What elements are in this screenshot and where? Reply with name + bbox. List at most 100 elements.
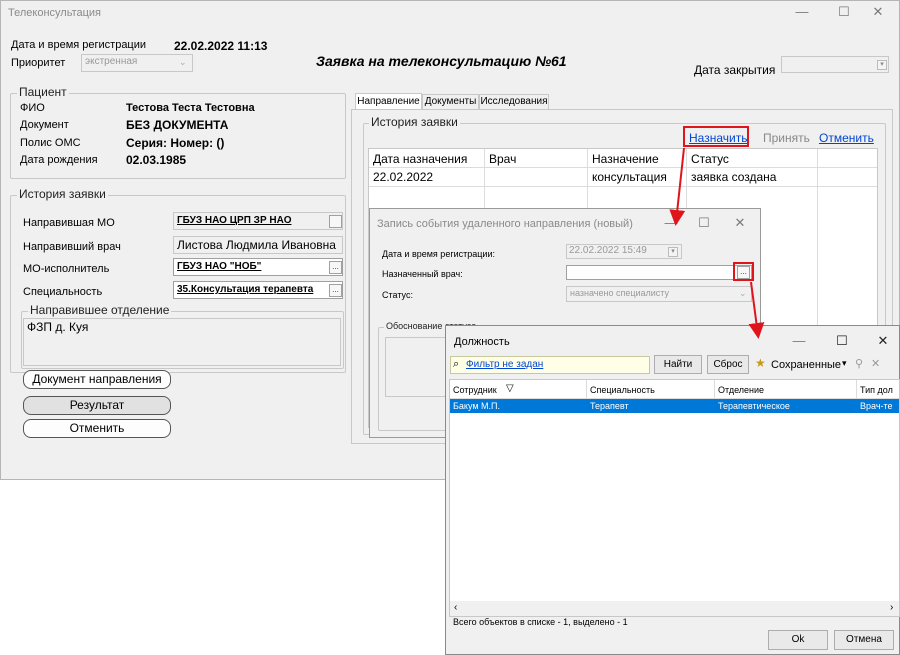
position-col-employee[interactable]: Сотрудник bbox=[453, 385, 497, 395]
spec-label: Специальность bbox=[23, 286, 103, 298]
sort-arrow-icon: ▽ bbox=[506, 383, 514, 394]
assign-highlight-box bbox=[683, 126, 749, 147]
reg-datetime-value: 22.02.2022 11:13 bbox=[174, 39, 268, 53]
row-purpose: консультация bbox=[592, 170, 667, 184]
position-col-type[interactable]: Тип дол bbox=[860, 385, 893, 395]
event-dialog-title: Запись события удаленного направления (н… bbox=[377, 218, 633, 230]
status-chevron-down-icon: ⌄ bbox=[739, 288, 747, 298]
reg-datetime-label: Дата и время регистрации bbox=[11, 39, 147, 51]
ok-button[interactable]: Ok bbox=[768, 630, 828, 650]
type-cell: Врач-те bbox=[860, 401, 893, 411]
doc-value: БЕЗ ДОКУМЕНТА bbox=[126, 118, 229, 132]
cancel-position-button[interactable]: Отмена bbox=[834, 630, 894, 650]
department-cell: Терапевтическое bbox=[718, 401, 790, 411]
scroll-right-icon[interactable]: › bbox=[890, 602, 893, 613]
table-row[interactable]: 22.02.2022 консультация заявка создана bbox=[369, 168, 877, 186]
event-status-label: Статус: bbox=[382, 290, 413, 300]
patient-group-title: Пациент bbox=[17, 85, 69, 99]
close-button[interactable]: ✕ bbox=[867, 3, 889, 21]
cancel-link[interactable]: Отменить bbox=[819, 131, 874, 145]
history-left-title: История заявки bbox=[17, 187, 108, 201]
tab-documents[interactable]: Документы bbox=[422, 94, 479, 109]
event-close-button[interactable]: ✕ bbox=[729, 214, 751, 232]
executor-label: МО-исполнитель bbox=[23, 263, 110, 275]
chevron-down-icon: ⌄ bbox=[179, 57, 187, 67]
polis-value: Серия: Номер: () bbox=[126, 136, 225, 150]
ellipsis-highlight-box bbox=[733, 262, 754, 281]
doc-label: Документ bbox=[20, 119, 69, 131]
polis-label: Полис ОМС bbox=[20, 137, 81, 149]
binoculars-icon: ⌕ bbox=[453, 358, 460, 370]
main-window-title: Телеконсультация bbox=[8, 7, 102, 19]
filter-link[interactable]: Фильтр не задан bbox=[466, 359, 543, 370]
dept-group-title: Направившее отделение bbox=[28, 303, 172, 317]
position-col-department[interactable]: Отделение bbox=[718, 385, 764, 395]
history-col-status[interactable]: Статус bbox=[691, 152, 729, 166]
delete-saved-icon[interactable]: ⚲ bbox=[855, 357, 863, 370]
result-button[interactable]: Результат bbox=[23, 396, 171, 415]
clear-icon[interactable]: ✕ bbox=[871, 357, 880, 370]
history-right-title: История заявки bbox=[369, 115, 460, 129]
find-button[interactable]: Найти bbox=[654, 355, 702, 374]
fio-label: ФИО bbox=[20, 102, 45, 114]
close-date-label: Дата закрытия bbox=[694, 63, 776, 77]
position-maximize-button[interactable]: ☐ bbox=[831, 332, 853, 350]
position-col-specialty[interactable]: Специальность bbox=[590, 385, 655, 395]
executor-ellipsis-button[interactable]: ... bbox=[329, 261, 342, 274]
position-status-text: Всего объектов в списке - 1, выделено - … bbox=[453, 617, 628, 627]
position-close-button[interactable]: ✕ bbox=[872, 332, 894, 350]
event-doctor-field[interactable] bbox=[566, 265, 752, 280]
event-status-select: назначено специалисту bbox=[566, 286, 752, 302]
position-grid bbox=[449, 379, 900, 617]
priority-label: Приоритет bbox=[11, 57, 66, 69]
saved-icon: ★ bbox=[755, 356, 766, 370]
event-reg-label: Дата и время регистрации: bbox=[382, 249, 495, 259]
mo-ellipsis-button[interactable] bbox=[329, 215, 342, 228]
mo-field[interactable]: ГБУЗ НАО ЦРП ЗР НАО bbox=[173, 212, 343, 230]
event-minimize-button[interactable]: — bbox=[660, 214, 682, 232]
row-status: заявка создана bbox=[691, 170, 777, 184]
reset-button[interactable]: Сброс bbox=[707, 355, 749, 374]
history-col-purpose[interactable]: Назначение bbox=[592, 152, 659, 166]
dept-field[interactable]: ФЗП д. Куя bbox=[23, 318, 341, 366]
row-date: 22.02.2022 bbox=[373, 170, 434, 184]
request-number: 61 bbox=[551, 53, 567, 69]
employee-cell: Бакум М.П. bbox=[453, 401, 501, 411]
history-col-date[interactable]: Дата назначения bbox=[373, 152, 467, 166]
maximize-button[interactable]: ☐ bbox=[833, 3, 855, 21]
dob-value: 02.03.1985 bbox=[126, 153, 187, 167]
fio-value: Тестова Теста Тестовна bbox=[126, 102, 255, 114]
table-row[interactable]: Бакум М.П. Терапевт Терапевтическое Врач… bbox=[450, 399, 899, 413]
horizontal-scrollbar[interactable] bbox=[450, 601, 899, 616]
event-reg-field: 22.02.2022 15:49 bbox=[566, 244, 682, 259]
position-minimize-button[interactable]: — bbox=[788, 332, 810, 350]
calendar-dropdown-icon[interactable]: ▾ bbox=[877, 60, 887, 70]
priority-select: экстренная bbox=[81, 54, 193, 72]
scroll-left-icon[interactable]: ‹ bbox=[454, 602, 457, 613]
doctor-label: Направивший врач bbox=[23, 241, 121, 253]
event-maximize-button[interactable]: ☐ bbox=[693, 214, 715, 232]
event-reg-dropdown-icon: ▾ bbox=[668, 247, 678, 257]
spec-field[interactable]: 35.Консультация терапевта bbox=[173, 281, 343, 299]
tab-direction[interactable]: Направление bbox=[355, 93, 422, 109]
doctor-field[interactable]: Листова Людмила Ивановна bbox=[173, 236, 343, 254]
request-title: Заявка на телеконсультацию № bbox=[316, 53, 552, 69]
accept-link: Принять bbox=[763, 131, 810, 145]
specialty-cell: Терапевт bbox=[590, 401, 629, 411]
saved-dropdown-icon[interactable]: ▾ bbox=[842, 358, 847, 369]
mo-label: Направившая МО bbox=[23, 217, 115, 229]
spec-ellipsis-button[interactable]: ... bbox=[329, 284, 342, 297]
close-date-field bbox=[781, 56, 889, 73]
event-doctor-label: Назначенный врач: bbox=[382, 269, 463, 279]
dob-label: Дата рождения bbox=[20, 154, 98, 166]
history-col-doctor[interactable]: Врач bbox=[489, 152, 516, 166]
position-dialog-title: Должность bbox=[454, 336, 510, 348]
cancel-left-button[interactable]: Отменить bbox=[23, 419, 171, 438]
position-dialog: Должность — ☐ ✕ ⌕ Фильтр не задан Найти … bbox=[445, 325, 900, 655]
event-reason-textarea[interactable] bbox=[385, 337, 447, 397]
document-button[interactable]: Документ направления bbox=[23, 370, 171, 389]
tab-research[interactable]: Исследования bbox=[479, 94, 549, 109]
minimize-button[interactable]: — bbox=[791, 3, 813, 21]
executor-field[interactable]: ГБУЗ НАО "НОБ" bbox=[173, 258, 343, 276]
saved-button[interactable]: Сохраненные bbox=[771, 359, 841, 371]
